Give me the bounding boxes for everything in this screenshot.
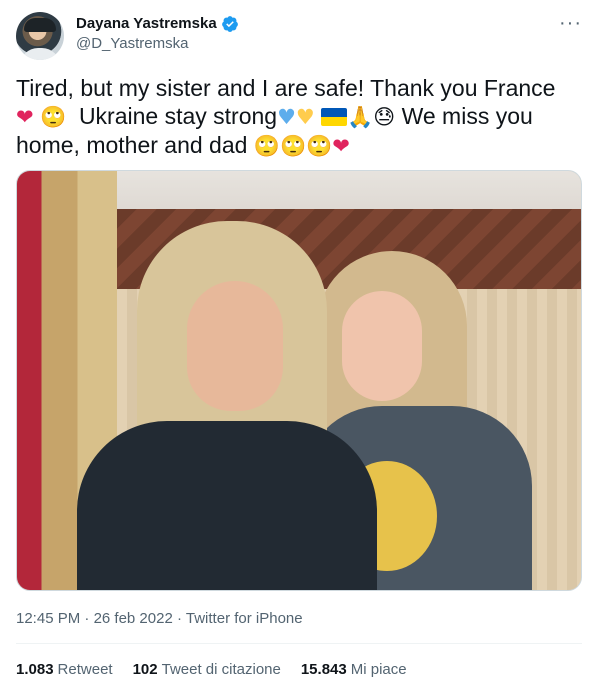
blue-heart-icon: ♥ [277,105,296,129]
retweets-stat[interactable]: 1.083 Retweet [16,660,113,680]
tweet-line-2-text: Ukraine stay strong [78,103,278,129]
meta-separator: · [176,610,182,627]
tweet-stats: 1.083 Retweet 102 Tweet di citazione 15.84… [16,660,407,680]
meta-separator: · [84,610,90,627]
divider [16,643,582,644]
more-options-icon[interactable]: ··· [559,12,582,35]
rolling-eyes-icon: 🙄 [40,105,67,129]
likes-stat[interactable]: 15.843 Mi piace [301,660,407,680]
red-heart-icon: ❤ [332,134,350,158]
tweet-photo[interactable] [16,170,582,591]
folded-hands-icon: 🙏 [347,105,374,129]
quotes-stat[interactable]: 102 Tweet di citazione [133,660,281,680]
red-heart-icon: ❤ [16,105,34,129]
likes-label: Mi piace [350,661,407,678]
tweet-line-1: Tired, but my sister and I are safe! Tha… [16,75,556,101]
ukraine-flag-icon [321,108,348,126]
yellow-heart-icon: ♥ [295,105,315,129]
author-names[interactable]: Dayana Yastremska @D_Yastremska [76,14,239,54]
tweet-source[interactable]: Twitter for iPhone [186,610,303,627]
tweet-header: Dayana Yastremska @D_Yastremska ··· [16,10,582,60]
retweets-label: Retweet [57,661,113,678]
dayana-face [187,281,283,411]
author-display-name[interactable]: Dayana Yastremska [76,14,239,34]
dayana-shirt [77,421,377,590]
tweet-date[interactable]: 26 feb 2022 [94,610,173,627]
avatar-cap [24,18,56,32]
tweet-line-2-tail: We miss you [401,103,533,129]
rolling-eyes-icon: 🙄 [253,134,280,158]
avatar-shirt [20,48,60,60]
sister-face [342,291,422,401]
quotes-count: 102 [132,661,158,678]
likes-count: 15.843 [300,661,347,678]
retweets-count: 1.083 [16,661,54,678]
rolling-eyes-icon: 🙄 [306,134,333,158]
tweet-meta: 12:45 PM · 26 feb 2022 · Twitter for iPh… [16,609,303,629]
quotes-label: Tweet di citazione [161,661,281,678]
verified-badge-icon [221,16,238,32]
tweet-text: Tired, but my sister and I are safe! Tha… [16,74,586,160]
downcast-face-icon: 😓 [373,105,396,129]
tweet-line-3-text: home, mother and dad [16,132,248,158]
display-name-text: Dayana Yastremska [76,15,217,32]
avatar[interactable] [16,12,64,60]
tweet-time[interactable]: 12:45 PM [16,610,80,627]
author-handle[interactable]: @D_Yastremska [76,34,239,54]
rolling-eyes-icon: 🙄 [279,134,307,158]
